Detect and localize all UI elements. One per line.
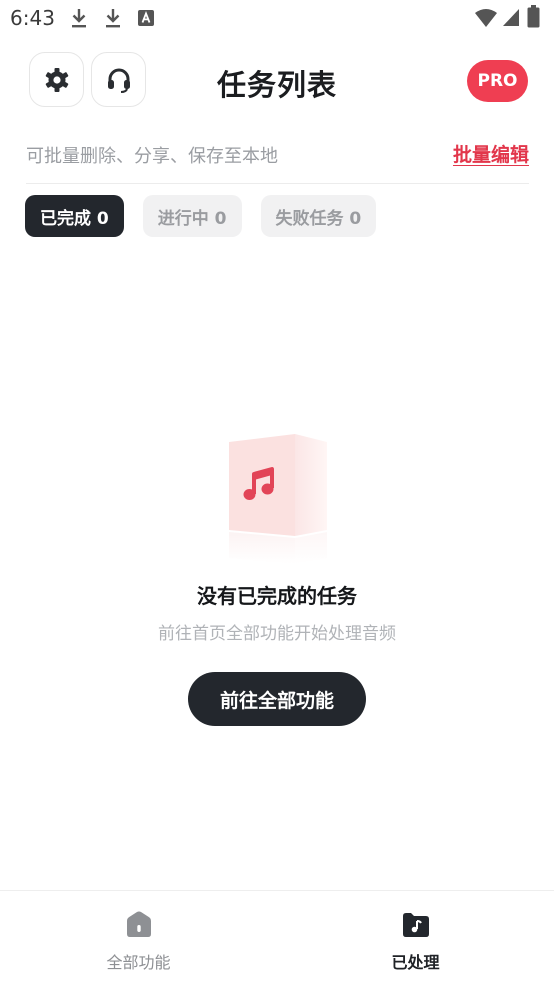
cellular-signal-icon <box>503 9 519 26</box>
music-note-icon <box>229 434 327 564</box>
header: 任务列表 PRO <box>0 52 554 110</box>
battery-icon <box>527 5 540 28</box>
tab-in-progress[interactable]: 进行中 0 <box>142 195 242 237</box>
batch-edit-link[interactable]: 批量编辑 <box>453 140 529 167</box>
status-time: 6:43 <box>10 6 55 30</box>
nav-label-processed: 已处理 <box>391 953 440 972</box>
divider <box>26 183 529 184</box>
nav-item-processed[interactable]: 已处理 <box>277 891 554 984</box>
tab-failed[interactable]: 失败任务 0 <box>260 195 377 237</box>
go-to-all-features-button[interactable]: 前往全部功能 <box>188 672 366 726</box>
empty-state-title: 没有已完成的任务 <box>197 584 357 608</box>
wifi-icon <box>475 9 497 27</box>
nav-item-all-features[interactable]: 全部功能 <box>0 891 277 984</box>
music-folder-icon <box>403 913 429 937</box>
status-bar: 6:43 <box>0 0 554 36</box>
info-row: 可批量删除、分享、保存至本地 批量编辑 <box>26 140 529 170</box>
task-status-tabs: 已完成 0 进行中 0 失败任务 0 <box>25 195 377 237</box>
pro-button[interactable]: PRO <box>467 60 528 102</box>
download-icon <box>106 9 120 28</box>
batch-hint-text: 可批量删除、分享、保存至本地 <box>26 146 278 167</box>
bottom-nav: 全部功能 已处理 <box>0 890 554 984</box>
home-icon <box>127 911 151 937</box>
empty-state-subtitle: 前往首页全部功能开始处理音频 <box>158 624 396 644</box>
nav-label-all-features: 全部功能 <box>106 953 171 972</box>
tab-completed[interactable]: 已完成 0 <box>25 195 124 237</box>
font-a-icon <box>138 10 154 26</box>
download-icon <box>72 9 86 28</box>
